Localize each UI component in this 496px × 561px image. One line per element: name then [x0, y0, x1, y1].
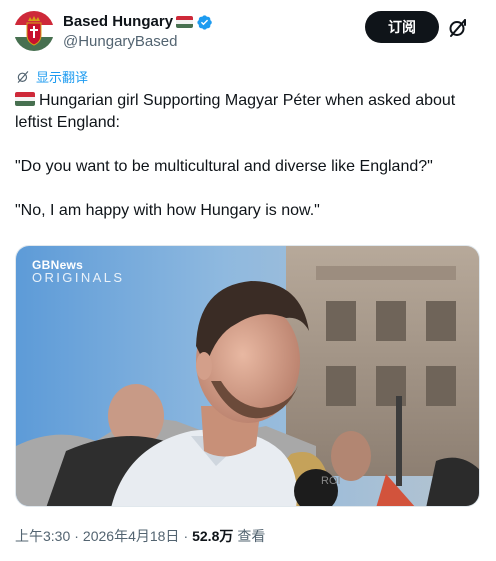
gb-news-originals-label: ORIGINALS — [32, 270, 125, 285]
show-translation-link[interactable]: 显示翻译 — [16, 67, 88, 86]
tweet-text: Hungarian girl Supporting Magyar Péter w… — [15, 90, 480, 222]
author-display-name[interactable]: Based Hungary — [63, 12, 173, 32]
meta-separator: · — [74, 528, 79, 544]
view-count: 52.8万 — [192, 528, 234, 544]
subscribe-button[interactable]: 订阅 — [365, 11, 439, 43]
tweet-time[interactable]: 上午3:30 — [15, 526, 70, 546]
video-frame-image: ROI — [16, 246, 479, 506]
tweet-line-1-text: Hungarian girl Supporting Magyar Péter w… — [15, 92, 456, 131]
tweet-line-3: "No, I am happy with how Hungary is now.… — [15, 202, 320, 219]
show-translation-label[interactable]: 显示翻译 — [36, 67, 88, 86]
avatar[interactable] — [14, 11, 54, 51]
grok-translate-icon — [17, 70, 29, 83]
verified-badge-icon — [197, 14, 212, 30]
author-names: Based Hungary @HungaryBased — [63, 12, 213, 52]
author-handle[interactable]: @HungaryBased — [63, 32, 213, 52]
tweet-meta: 上午3:30 · 2026年4月18日 · 52.8万 查看 — [15, 526, 265, 546]
tweet-line-1: Hungarian girl Supporting Magyar Péter w… — [15, 90, 480, 134]
author-display-name-row[interactable]: Based Hungary — [63, 12, 213, 32]
grok-icon[interactable] — [446, 16, 470, 40]
svg-text:ROI: ROI — [321, 475, 341, 487]
meta-separator: · — [183, 528, 189, 544]
tweet-video[interactable]: ROI GBNews ORIGINALS — [15, 245, 480, 507]
tweet-line-2: "Do you want to be multicultural and div… — [15, 158, 433, 175]
hungary-flag-icon — [15, 92, 35, 106]
hungary-flag-icon — [176, 16, 194, 28]
tweet-date[interactable]: 2026年4月18日 — [83, 526, 180, 546]
view-label: 查看 — [237, 528, 266, 544]
tweet-header: Based Hungary @HungaryBased 订阅 — [14, 10, 482, 54]
